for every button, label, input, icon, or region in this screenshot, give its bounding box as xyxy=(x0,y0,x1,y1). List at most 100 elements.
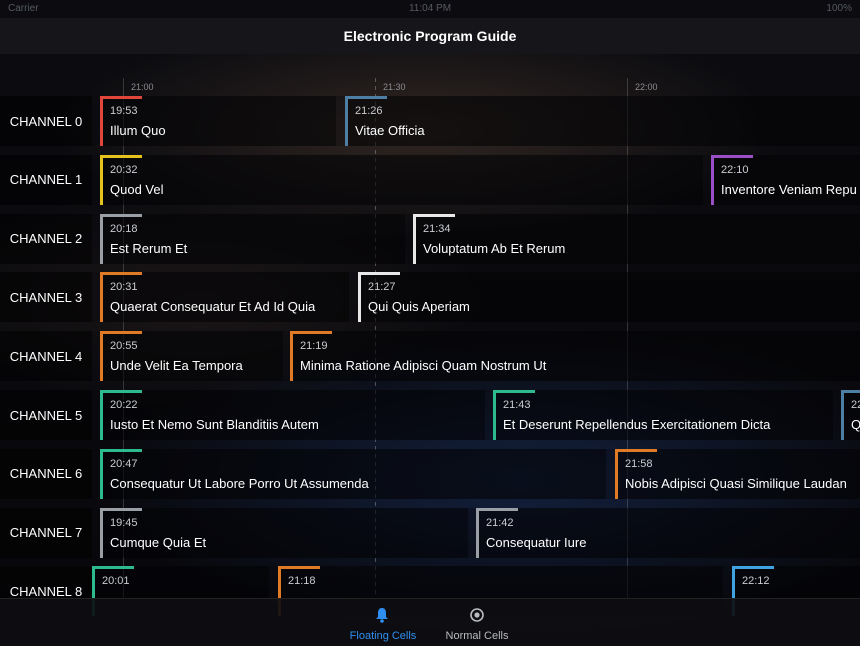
bell-icon xyxy=(375,607,389,626)
accent-bar xyxy=(100,507,103,558)
channel-label: CHANNEL 0 xyxy=(0,96,92,146)
program-cell[interactable]: 21:27 Qui Quis Aperiam xyxy=(358,272,860,323)
program-cell[interactable]: 20:31 Quaerat Consequatur Et Ad Id Quia xyxy=(100,272,349,323)
program-title: Inventore Veniam Repu xyxy=(721,181,857,197)
program-cell[interactable]: 22 Q xyxy=(841,390,860,440)
accent-bar xyxy=(841,390,860,393)
program-title: Q xyxy=(851,417,860,432)
program-time: 22 xyxy=(851,399,860,411)
tab-label: Floating Cells xyxy=(349,630,417,642)
program-title: Et Deserunt Repellendus Exercitationem D… xyxy=(503,417,771,432)
program-time: 21:19 xyxy=(300,340,328,353)
program-time: 21:18 xyxy=(288,575,316,588)
clock: 11:04 PM xyxy=(408,3,452,14)
accent-bar xyxy=(476,507,518,511)
accent-bar xyxy=(100,272,142,276)
program-title: Est Rerum Et xyxy=(110,240,188,256)
accent-bar xyxy=(493,390,535,393)
program-cell[interactable]: 21:34 Voluptatum Ab Et Rerum xyxy=(413,213,860,264)
accent-bar xyxy=(92,566,134,570)
program-cell[interactable]: 19:45 Cumque Quia Et xyxy=(100,507,468,558)
program-cell[interactable]: 20:18 Est Rerum Et xyxy=(100,213,405,264)
accent-bar xyxy=(615,448,618,499)
accent-bar xyxy=(413,213,416,264)
accent-bar xyxy=(358,272,361,323)
program-title: Consequatur Iure xyxy=(486,534,587,550)
program-time: 22:12 xyxy=(742,575,770,588)
program-cell[interactable]: 21:19 Minima Ratione Adipisci Quam Nostru… xyxy=(290,331,860,382)
program-title: Iusto Et Nemo Sunt Blanditiis Autem xyxy=(110,417,319,432)
program-time: 20:47 xyxy=(110,457,138,470)
program-title: Nobis Adipisci Quasi Similique Laudan xyxy=(625,475,847,491)
program-title: Quaerat Consequatur Et Ad Id Quia xyxy=(110,299,316,315)
program-time: 20:31 xyxy=(110,281,138,294)
program-title: Vitae Officia xyxy=(355,123,425,138)
channel-label: CHANNEL 2 xyxy=(0,213,92,264)
accent-bar xyxy=(345,96,348,146)
program-time: 20:22 xyxy=(110,399,138,411)
battery-label: 100% xyxy=(826,3,852,14)
page-title: Electronic Program Guide xyxy=(343,28,517,44)
program-time: 21:34 xyxy=(423,222,451,235)
channel-label: CHANNEL 1 xyxy=(0,154,92,205)
program-cell[interactable]: 21:26 Vitae Officia xyxy=(345,96,860,146)
accent-bar xyxy=(100,213,103,264)
accent-bar xyxy=(100,213,142,217)
program-time: 20:55 xyxy=(110,340,138,353)
accent-bar xyxy=(100,331,103,382)
accent-bar xyxy=(290,331,332,335)
target-icon xyxy=(469,607,485,626)
accent-bar xyxy=(100,96,142,99)
accent-bar xyxy=(100,448,103,499)
program-time: 19:45 xyxy=(110,516,138,529)
program-title: Quod Vel xyxy=(110,181,164,197)
accent-bar xyxy=(476,507,479,558)
accent-bar xyxy=(358,272,400,276)
program-cell[interactable]: 20:32 Quod Vel xyxy=(100,154,703,205)
program-time: 20:32 xyxy=(110,163,138,176)
accent-bar xyxy=(615,448,657,452)
accent-bar xyxy=(841,390,844,440)
program-time: 21:27 xyxy=(368,281,396,294)
channel-label: CHANNEL 4 xyxy=(0,331,92,382)
channel-label: CHANNEL 5 xyxy=(0,390,92,440)
accent-bar xyxy=(493,390,496,440)
accent-bar xyxy=(732,566,774,570)
program-cell[interactable]: 20:22 Iusto Et Nemo Sunt Blanditiis Autem xyxy=(100,390,485,440)
program-title: Cumque Quia Et xyxy=(110,534,207,550)
nav-bar: Electronic Program Guide xyxy=(0,18,860,54)
program-cell[interactable]: 21:42 Consequatur Iure xyxy=(476,507,860,558)
accent-bar xyxy=(100,154,103,205)
program-time: 20:18 xyxy=(110,222,138,235)
program-cell[interactable]: 20:47 Consequatur Ut Labore Porro Ut Assu… xyxy=(100,448,606,499)
program-title: Qui Quis Aperiam xyxy=(368,299,470,315)
program-time: 22:10 xyxy=(721,163,749,176)
program-time: 21:42 xyxy=(486,516,514,529)
accent-bar xyxy=(100,390,142,393)
tab-normal-cells[interactable]: Normal Cells xyxy=(432,599,522,646)
time-tick-label: 22:00 xyxy=(635,82,658,92)
status-bar: Carrier 11:04 PM 100% xyxy=(0,0,860,18)
accent-bar xyxy=(278,566,320,570)
accent-bar xyxy=(100,390,103,440)
program-time: 19:53 xyxy=(110,105,138,117)
channel-label: CHANNEL 3 xyxy=(0,272,92,323)
program-cell[interactable]: 20:55 Unde Velit Ea Tempora xyxy=(100,331,283,382)
program-cell[interactable]: 21:43 Et Deserunt Repellendus Exercitatio… xyxy=(493,390,833,440)
program-title: Illum Quo xyxy=(110,123,166,138)
program-time: 21:58 xyxy=(625,457,653,470)
accent-bar xyxy=(100,96,103,146)
accent-bar xyxy=(100,331,142,335)
program-cell[interactable]: 21:58 Nobis Adipisci Quasi Similique Laud… xyxy=(615,448,860,499)
tab-label: Normal Cells xyxy=(445,630,509,642)
tab-bar: Floating Cells Normal Cells xyxy=(0,598,860,646)
program-title: Voluptatum Ab Et Rerum xyxy=(423,240,566,256)
program-cell[interactable]: 19:53 Illum Quo xyxy=(100,96,336,146)
accent-bar xyxy=(100,154,142,158)
channel-label: CHANNEL 6 xyxy=(0,448,92,499)
time-tick-label: 21:30 xyxy=(383,82,406,92)
accent-bar xyxy=(100,448,142,452)
tab-floating-cells[interactable]: Floating Cells xyxy=(335,599,431,646)
program-time: 21:26 xyxy=(355,105,383,117)
program-cell[interactable]: 22:10 Inventore Veniam Repu xyxy=(711,154,860,205)
